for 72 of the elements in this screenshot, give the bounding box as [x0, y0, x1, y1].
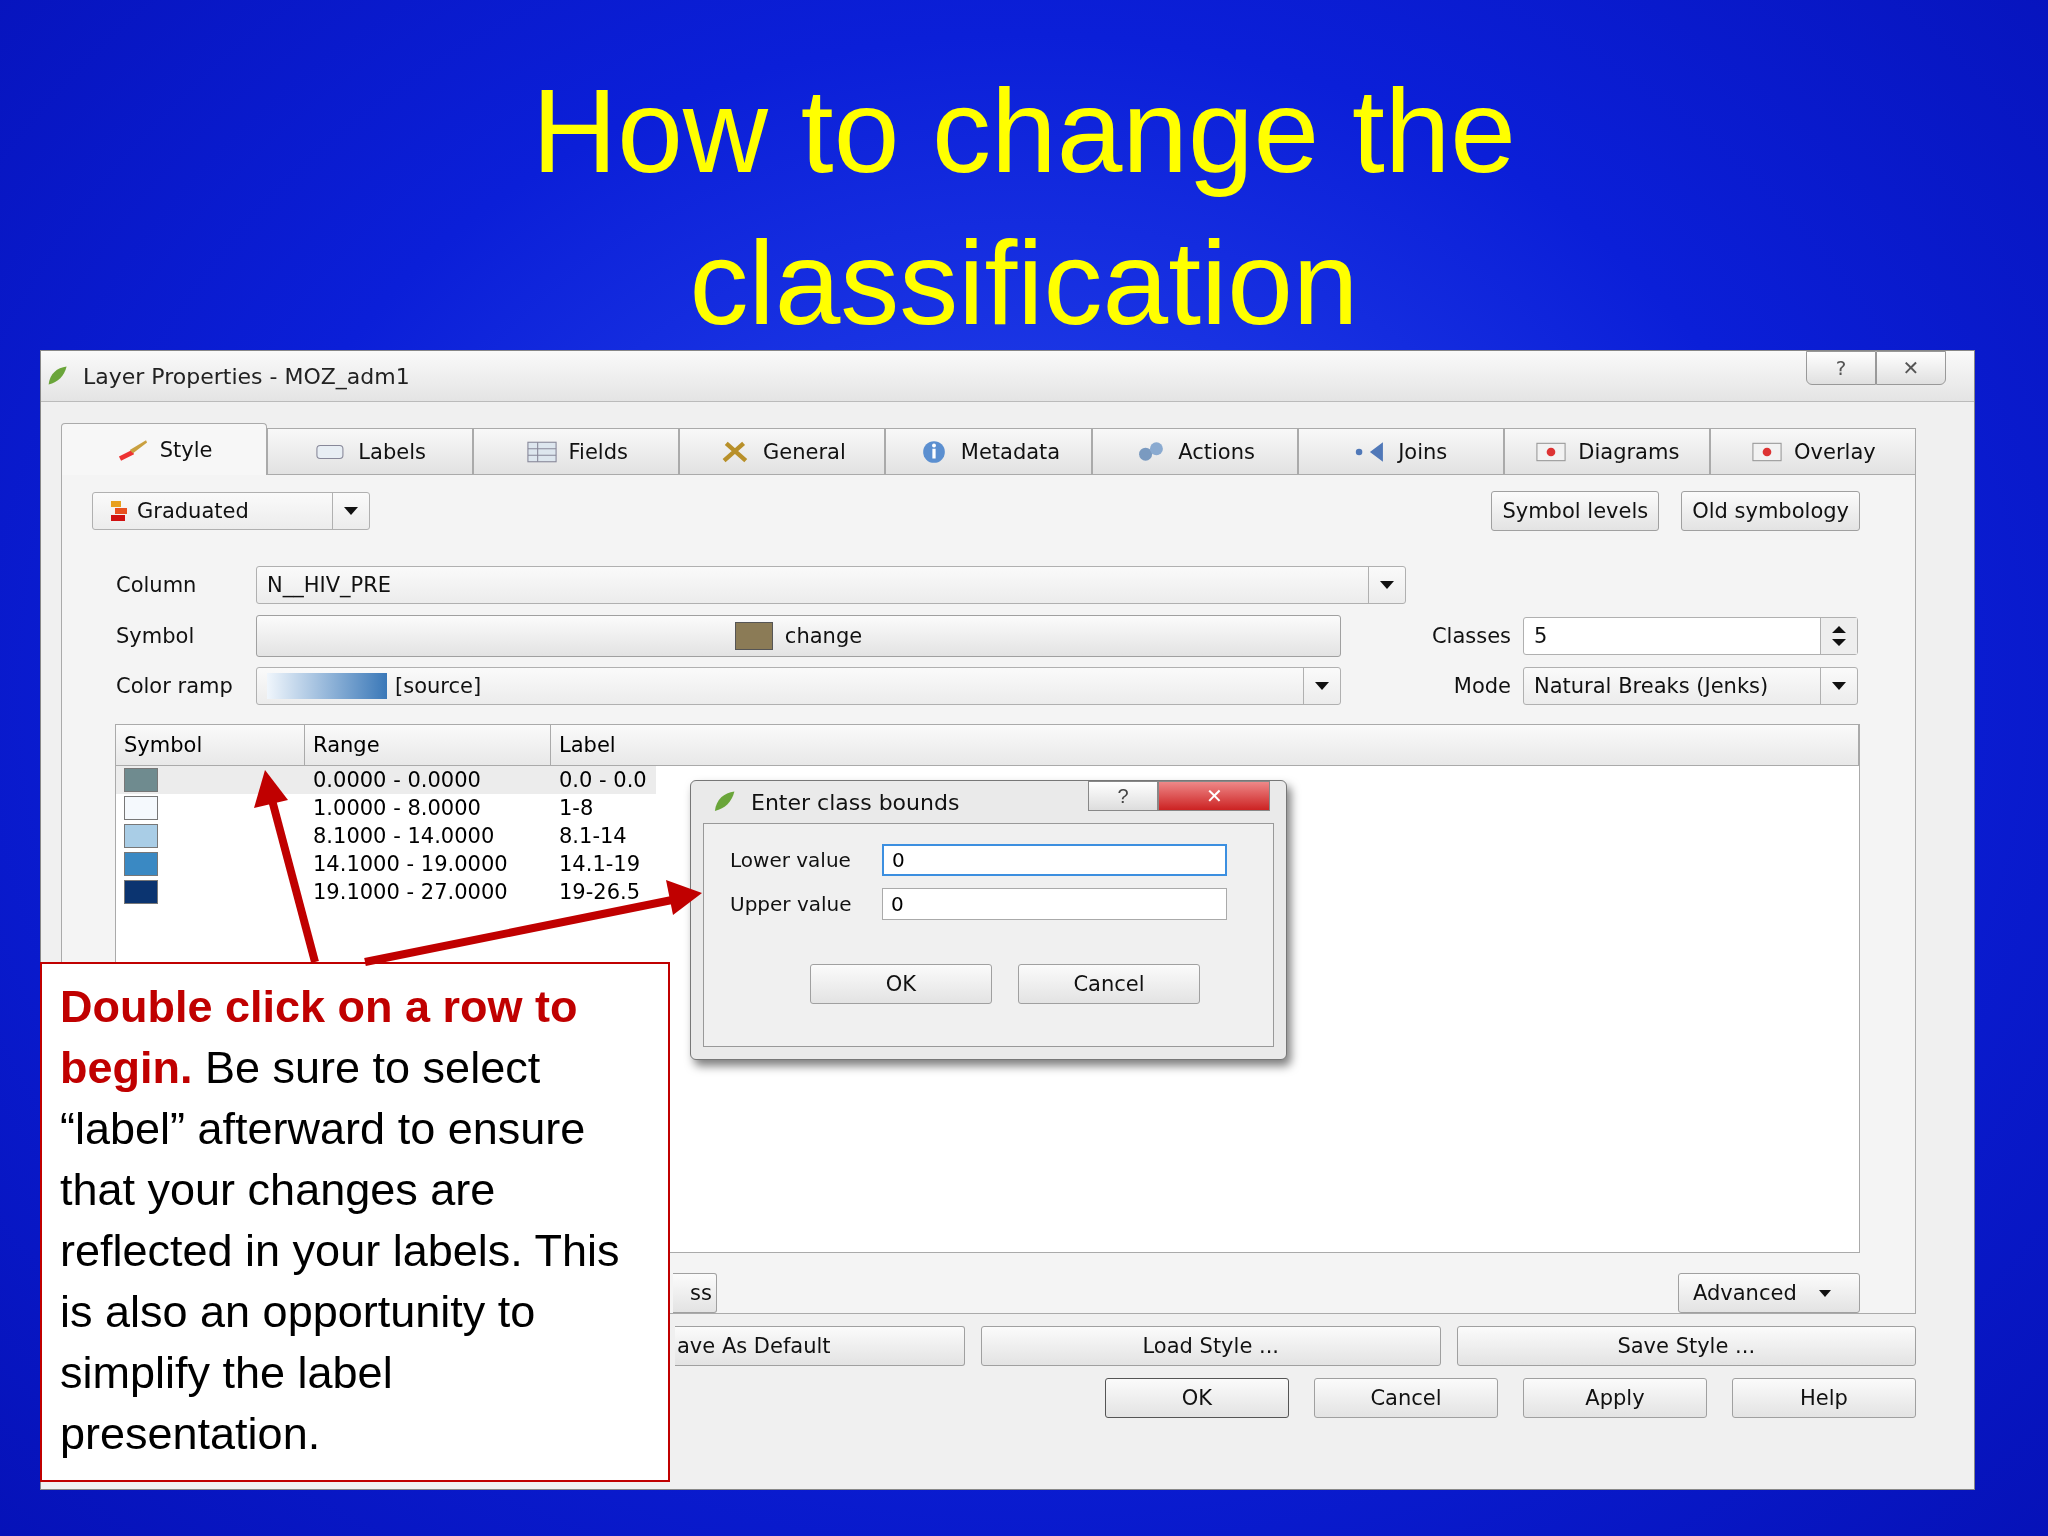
table-row[interactable]: 0.0000 - 0.0000 0.0 - 0.0	[116, 765, 656, 794]
column-header[interactable]: Range	[305, 724, 551, 765]
color-ramp-dropdown[interactable]: [source]	[256, 667, 1341, 706]
advanced-button[interactable]: Advanced	[1678, 1273, 1860, 1313]
help-button[interactable]: ?	[1088, 781, 1158, 811]
table-cell-text: 8.1000 - 14.0000	[312, 823, 496, 848]
dropdown-arrow-icon	[1380, 581, 1394, 590]
table-cell-text: 14.1000 - 19.0000	[312, 851, 509, 876]
close-button[interactable]: ✕	[1876, 351, 1946, 385]
symbol-swatch-icon	[734, 621, 773, 650]
close-button[interactable]: ✕	[1158, 781, 1270, 811]
field-label: Column	[115, 573, 198, 598]
spin-arrows-icon	[1832, 624, 1846, 647]
renderer-dropdown[interactable]: Graduated	[92, 492, 370, 531]
table-cell-text: 1.0000 - 8.0000	[312, 795, 482, 820]
table-cell-text: 14.1-19	[558, 851, 642, 876]
slide-title: How to change the classification	[531, 64, 1517, 350]
dropdown-arrow-icon	[344, 507, 358, 516]
field-label: Color ramp	[115, 674, 234, 699]
symbol-button[interactable]: change	[256, 614, 1341, 657]
table-cell-text: 0.0000 - 0.0000	[312, 767, 482, 792]
callout-text: Double click on a row to begin. Be sure to select “label” afterward to ensure that your changes are reflected in your labels. This is also an opportunity to simplify the label presentation.	[60, 980, 621, 1461]
load-style-button[interactable]: Load Style ...	[981, 1326, 1441, 1366]
dialog-title: Enter class bounds	[751, 789, 960, 815]
tab[interactable]: Style	[61, 423, 268, 475]
tab[interactable]: Actions	[1091, 428, 1298, 474]
save-default-button[interactable]: ave As Default	[675, 1326, 965, 1366]
table-cell-text: 8.1-14	[558, 823, 628, 848]
color-ramp-icon	[267, 673, 387, 700]
dialog-button[interactable]: Help	[1732, 1378, 1916, 1418]
table-cell-text: 19-26.5	[558, 879, 642, 904]
table-row[interactable]: 1.0000 - 8.0000 1-8	[116, 793, 656, 822]
field-label: Lower value	[730, 848, 852, 872]
table-cell-text: 1-8	[558, 795, 595, 820]
dialog-button[interactable]: Cancel	[1314, 1378, 1498, 1418]
table-cell-text: 19.1000 - 27.0000	[312, 879, 509, 904]
classes-spinbox[interactable]: 5	[1523, 616, 1858, 655]
help-button[interactable]: ?	[1806, 351, 1876, 385]
table-row[interactable]: 14.1000 - 19.0000 14.1-19	[116, 849, 656, 878]
tab[interactable]: Joins	[1297, 428, 1504, 474]
input-field[interactable]: 0	[882, 844, 1227, 876]
dialog-button[interactable]: Cancel	[1018, 964, 1200, 1004]
dialog-button[interactable]: OK	[810, 964, 992, 1004]
dialog-button[interactable]: OK	[1105, 1378, 1289, 1418]
input-field[interactable]: 0	[882, 888, 1227, 920]
column-header[interactable]: Symbol	[116, 724, 305, 765]
dialog-button[interactable]: Apply	[1523, 1378, 1707, 1418]
column-header[interactable]: Label	[551, 724, 1859, 765]
delete-class-button[interactable]: ss	[673, 1273, 717, 1313]
table-row[interactable]: 19.1000 - 27.0000 19-26.5	[116, 877, 656, 906]
field-label: Classes	[1430, 623, 1512, 648]
mode-dropdown[interactable]: Natural Breaks (Jenks)	[1523, 667, 1858, 706]
column-dropdown[interactable]: N__HIV_PRE	[256, 566, 1406, 605]
window-title: Layer Properties - MOZ_adm1	[83, 363, 410, 389]
toolbar-button[interactable]: Symbol levels	[1491, 491, 1660, 532]
save-style-button[interactable]: Save Style ...	[1456, 1326, 1916, 1366]
tab[interactable]: Labels	[267, 428, 474, 474]
dropdown-arrow-icon	[1832, 682, 1846, 691]
field-label: Symbol	[115, 623, 196, 648]
tab[interactable]: General	[679, 428, 886, 474]
table-row[interactable]: 8.1000 - 14.0000 8.1-14	[116, 821, 656, 850]
tab[interactable]: Metadata	[885, 428, 1092, 474]
field-label: Upper value	[730, 892, 853, 916]
tab[interactable]: Fields	[473, 428, 680, 474]
field-label: Mode	[1452, 674, 1512, 699]
dropdown-arrow-icon	[1315, 682, 1329, 691]
tab[interactable]: Overlay	[1709, 428, 1916, 474]
dropdown-arrow-icon	[1818, 1289, 1831, 1297]
table-cell-text: 0.0 - 0.0	[558, 767, 648, 792]
toolbar-button[interactable]: Old symbology	[1681, 491, 1860, 532]
graduated-icon	[109, 499, 129, 524]
tab[interactable]: Diagrams	[1503, 428, 1710, 474]
